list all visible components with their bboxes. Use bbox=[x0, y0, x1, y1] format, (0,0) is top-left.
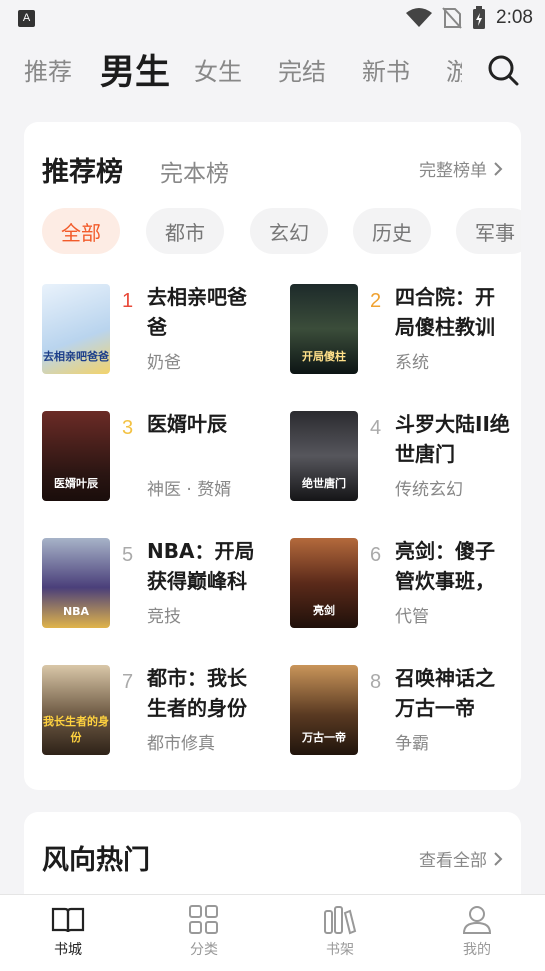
category-chips: 全部 都市 玄幻 历史 军事 bbox=[42, 208, 521, 256]
tab-male[interactable]: 男生 bbox=[100, 44, 170, 95]
chip-urban[interactable]: 都市 bbox=[146, 208, 224, 254]
nav-label: 分类 bbox=[190, 942, 218, 958]
open-book-icon bbox=[51, 907, 85, 933]
chip-military[interactable]: 军事 bbox=[456, 208, 521, 254]
trending-title: 风向热门 bbox=[42, 845, 150, 876]
bottom-nav: 书城 分类 书架 我的 bbox=[0, 894, 545, 971]
book-tag: 神医 · 赘婿 bbox=[147, 480, 232, 500]
rank-number: 1 bbox=[122, 290, 134, 312]
book-cover: 绝世唐门 bbox=[290, 411, 358, 501]
view-all-label: 查看全部 bbox=[419, 851, 487, 871]
rank-number: 2 bbox=[370, 290, 382, 312]
channel-tabs: 推荐 男生 女生 完结 新书 游 bbox=[0, 44, 545, 98]
chip-fantasy[interactable]: 玄幻 bbox=[250, 208, 328, 254]
user-icon bbox=[462, 906, 492, 934]
book-title: 斗罗大陆II绝世唐门 bbox=[395, 412, 510, 466]
nav-label: 我的 bbox=[463, 942, 491, 958]
tab-new-books[interactable]: 新书 bbox=[362, 52, 410, 87]
book-item[interactable]: 我长生者的身份 7 都市：我长生者的身份 都市修真 bbox=[42, 665, 282, 761]
book-cover: 亮剑 bbox=[290, 538, 358, 628]
book-cover: 我长生者的身份 bbox=[42, 665, 110, 755]
app-notification-icon: A bbox=[18, 10, 35, 27]
book-item[interactable]: NBA 5 NBA：开局获得巅峰科 竞技 bbox=[42, 538, 282, 634]
chevron-right-icon bbox=[494, 161, 503, 176]
clock: 2:08 bbox=[496, 7, 533, 28]
book-tag: 系统 bbox=[395, 353, 429, 373]
book-tag: 奶爸 bbox=[147, 353, 181, 373]
book-cover: 医婿叶辰 bbox=[42, 411, 110, 501]
book-title: 都市：我长生者的身份 bbox=[147, 666, 247, 720]
tab-finished[interactable]: 完结 bbox=[278, 52, 326, 87]
book-cover: 开局傻柱 bbox=[290, 284, 358, 374]
book-item[interactable]: 亮剑 6 亮剑：傻子管炊事班， 代管 bbox=[290, 538, 530, 634]
nav-label: 书城 bbox=[54, 942, 82, 958]
finished-ranking-tab[interactable]: 完本榜 bbox=[160, 154, 229, 188]
tab-recommend[interactable]: 推荐 bbox=[24, 52, 72, 87]
rank-number: 8 bbox=[370, 671, 382, 693]
book-title: 去相亲吧爸爸 bbox=[147, 285, 247, 339]
book-cover: 去相亲吧爸爸 bbox=[42, 284, 110, 374]
rank-number: 7 bbox=[122, 671, 134, 693]
search-icon[interactable] bbox=[485, 52, 521, 88]
book-item[interactable]: 开局傻柱 2 四合院：开局傻柱教训 系统 bbox=[290, 284, 530, 380]
bookshelf-icon bbox=[324, 906, 357, 935]
status-bar: A 2:08 bbox=[0, 0, 545, 36]
ranking-title[interactable]: 推荐榜 bbox=[42, 157, 123, 188]
ranking-card: 推荐榜 完本榜 完整榜单 全部 都市 玄幻 历史 军事 去相亲吧爸爸 1 去相亲… bbox=[24, 122, 521, 790]
nav-bookstore[interactable]: 书城 bbox=[28, 905, 108, 959]
rank-number: 6 bbox=[370, 544, 382, 566]
book-item[interactable]: 绝世唐门 4 斗罗大陆II绝世唐门 传统玄幻 bbox=[290, 411, 530, 507]
wifi-icon bbox=[406, 8, 433, 27]
book-title: 亮剑：傻子管炊事班， bbox=[395, 539, 495, 593]
book-tag: 代管 bbox=[395, 607, 429, 627]
book-item[interactable]: 医婿叶辰 3 医婿叶辰 神医 · 赘婿 bbox=[42, 411, 282, 507]
book-item[interactable]: 万古一帝 8 召唤神话之万古一帝 争霸 bbox=[290, 665, 530, 761]
status-icons: 2:08 bbox=[406, 6, 533, 30]
book-cover: NBA bbox=[42, 538, 110, 628]
nav-label: 书架 bbox=[326, 942, 354, 958]
rank-number: 3 bbox=[122, 417, 134, 439]
rank-number: 5 bbox=[122, 544, 134, 566]
nav-bookshelf[interactable]: 书架 bbox=[300, 905, 380, 959]
book-tag: 传统玄幻 bbox=[395, 480, 463, 500]
book-tag: 都市修真 bbox=[147, 734, 215, 754]
chip-all[interactable]: 全部 bbox=[42, 208, 120, 254]
book-cover: 万古一帝 bbox=[290, 665, 358, 755]
grid-icon bbox=[189, 905, 218, 934]
book-tag: 争霸 bbox=[395, 734, 429, 754]
tab-female[interactable]: 女生 bbox=[194, 52, 242, 87]
nav-profile[interactable]: 我的 bbox=[437, 905, 517, 959]
full-ranking-label: 完整榜单 bbox=[419, 161, 487, 181]
view-all-link[interactable]: 查看全部 bbox=[419, 846, 503, 871]
tab-games[interactable]: 游 bbox=[446, 52, 462, 87]
book-item[interactable]: 去相亲吧爸爸 1 去相亲吧爸爸 奶爸 bbox=[42, 284, 282, 380]
chevron-right-icon bbox=[494, 851, 503, 866]
book-title: NBA：开局获得巅峰科 bbox=[147, 539, 255, 593]
no-sim-icon bbox=[442, 7, 462, 29]
battery-charging-icon bbox=[473, 6, 486, 29]
full-ranking-link[interactable]: 完整榜单 bbox=[419, 156, 503, 181]
book-tag: 竞技 bbox=[147, 607, 181, 627]
book-title: 医婿叶辰 bbox=[147, 412, 227, 436]
nav-category[interactable]: 分类 bbox=[164, 905, 244, 959]
book-title: 四合院：开局傻柱教训 bbox=[395, 285, 495, 339]
book-title: 召唤神话之万古一帝 bbox=[395, 666, 495, 720]
rank-number: 4 bbox=[370, 417, 382, 439]
chip-history[interactable]: 历史 bbox=[353, 208, 431, 254]
